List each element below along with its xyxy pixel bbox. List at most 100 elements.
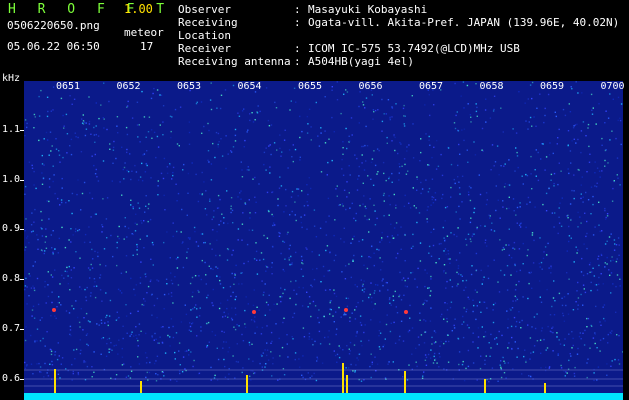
noise-pixel [110, 234, 112, 237]
noise-pixel [165, 278, 168, 280]
noise-pixel [366, 145, 369, 147]
noise-pixel [378, 330, 381, 332]
noise-pixel [529, 116, 532, 119]
noise-pixel [75, 348, 78, 351]
noise-pixel [201, 193, 204, 195]
noise-pixel [264, 349, 266, 351]
noise-pixel [26, 286, 28, 288]
noise-pixel [137, 310, 139, 312]
noise-pixel [519, 269, 521, 272]
noise-pixel [587, 127, 589, 129]
noise-pixel [444, 206, 447, 209]
noise-pixel [283, 241, 286, 243]
noise-pixel [553, 314, 556, 316]
noise-pixel [227, 153, 229, 155]
noise-pixel [363, 195, 365, 197]
noise-pixel [74, 230, 77, 233]
noise-pixel [50, 315, 52, 317]
noise-pixel [153, 339, 155, 341]
noise-pixel [211, 330, 213, 333]
noise-pixel [375, 284, 377, 286]
x-tick-label: 0659 [540, 81, 565, 92]
noise-pixel [287, 356, 289, 358]
noise-pixel [427, 191, 430, 193]
noise-pixel [338, 204, 340, 206]
noise-pixel [481, 127, 484, 130]
noise-pixel [135, 326, 137, 328]
noise-pixel [354, 154, 356, 156]
noise-pixel [24, 367, 27, 370]
noise-pixel [329, 313, 331, 315]
noise-pixel [440, 242, 442, 245]
noise-pixel [428, 245, 431, 248]
noise-pixel [483, 276, 485, 278]
noise-pixel [287, 167, 289, 169]
noise-pixel [568, 333, 570, 335]
noise-pixel [356, 189, 359, 191]
noise-pixel [389, 203, 391, 206]
noise-pixel [294, 358, 296, 361]
noise-pixel [282, 292, 284, 295]
noise-pixel [371, 361, 373, 363]
noise-pixel [392, 299, 395, 302]
baseline-trace [24, 393, 623, 400]
noise-pixel [172, 302, 174, 304]
noise-pixel [394, 136, 396, 139]
noise-pixel [416, 189, 418, 191]
noise-pixel [153, 362, 156, 365]
info-row-observer: Observer: Masayuki Kobayashi [178, 3, 619, 16]
noise-pixel [446, 302, 448, 305]
noise-pixel [310, 126, 312, 128]
noise-pixel [370, 376, 372, 379]
noise-pixel [493, 259, 495, 261]
noise-pixel [55, 317, 57, 319]
noise-pixel [57, 342, 59, 344]
noise-pixel [490, 229, 493, 231]
noise-pixel [134, 294, 136, 296]
noise-pixel [373, 264, 375, 267]
noise-pixel [45, 235, 47, 238]
noise-pixel [515, 296, 517, 299]
noise-pixel [162, 134, 164, 136]
noise-pixel [273, 222, 275, 224]
noise-pixel [468, 185, 471, 188]
noise-pixel [592, 107, 594, 109]
noise-pixel [472, 332, 474, 334]
noise-pixel [288, 149, 291, 151]
noise-pixel [599, 176, 601, 178]
noise-pixel [412, 123, 414, 125]
noise-pixel [344, 278, 347, 280]
noise-pixel [435, 262, 437, 264]
noise-pixel [430, 290, 432, 292]
noise-pixel [527, 196, 530, 199]
noise-pixel [121, 146, 123, 148]
noise-pixel [49, 348, 52, 351]
noise-pixel [226, 299, 229, 301]
noise-pixel [550, 265, 552, 267]
noise-pixel [151, 241, 154, 244]
noise-pixel [201, 132, 203, 134]
noise-pixel [266, 354, 268, 357]
noise-pixel [198, 315, 201, 317]
noise-pixel [306, 201, 308, 203]
noise-pixel [289, 264, 291, 266]
noise-pixel [496, 343, 498, 345]
noise-pixel [306, 291, 308, 293]
noise-pixel [66, 133, 69, 135]
noise-pixel [368, 231, 370, 233]
noise-pixel [59, 377, 61, 379]
noise-pixel [263, 163, 265, 166]
noise-pixel [440, 315, 442, 318]
noise-pixel [192, 365, 194, 368]
noise-pixel [359, 315, 362, 317]
noise-pixel [532, 262, 535, 264]
noise-pixel [54, 315, 56, 317]
noise-pixel [397, 252, 399, 255]
noise-pixel [289, 244, 291, 247]
noise-pixel [523, 355, 525, 358]
noise-pixel [198, 275, 200, 277]
noise-pixel [430, 349, 432, 351]
noise-pixel [120, 272, 123, 274]
noise-pixel [231, 272, 233, 275]
noise-pixel [236, 324, 238, 326]
